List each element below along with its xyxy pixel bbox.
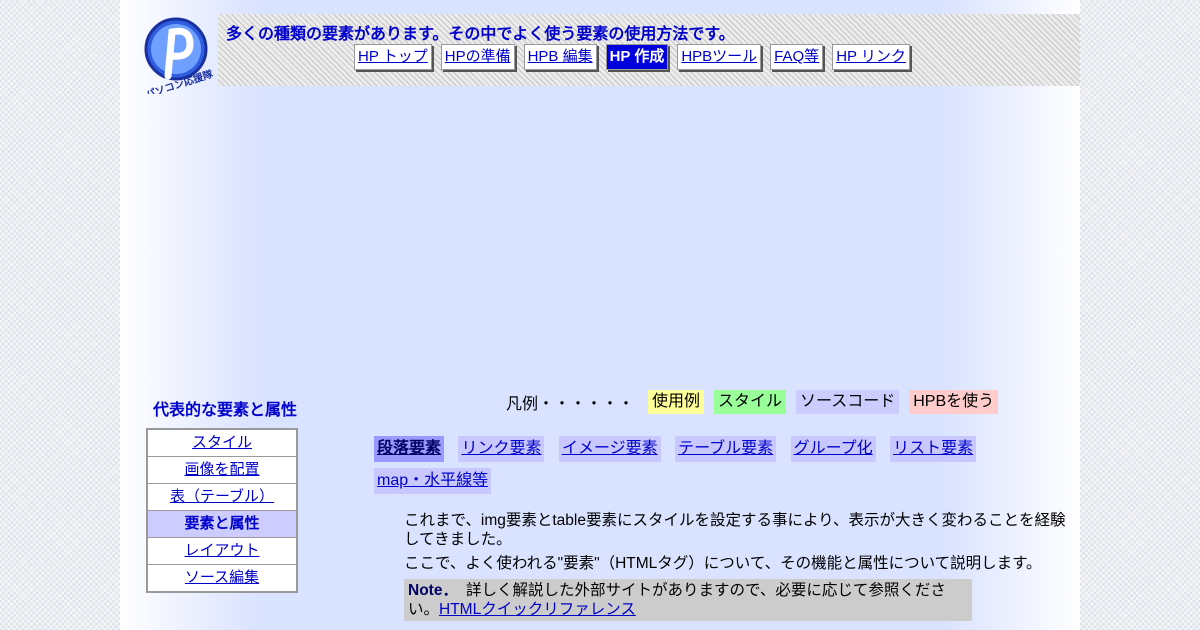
subnav-list[interactable]: リスト要素 [890,436,977,462]
legend-chip-style: スタイル [714,390,787,414]
note-box: Note． 詳しく解説した外部サイトがありますので、必要に応じて参照ください。HT… [404,579,972,621]
intro-paragraph-1: これまで、img要素とtable要素にスタイルを設定する事により、表示が大きく変… [404,512,1066,548]
intro-paragraph-2: ここで、よく使われる"要素"（HTMLタグ）について、その機能と属性について説明… [404,555,1042,572]
legend-label: 凡例・・・・・・ [506,396,635,413]
sidebar-item-layout[interactable]: レイアウト [148,538,296,565]
subnav-paragraph[interactable]: 段落要素 [374,436,445,462]
sidebar-item-style[interactable]: スタイル [148,430,296,457]
element-subnav: 段落要素 リンク要素 イメージ要素 テーブル要素 グループ化 リスト要素 map… [374,436,1034,500]
html-reference-link[interactable]: HTMLクイックリファレンス [439,601,636,618]
subnav-map[interactable]: map・水平線等 [374,468,492,494]
main-content: これまで、img要素とtable要素にスタイルを設定する事により、表示が大きく変… [404,511,1068,621]
sidebar-item-tables[interactable]: 表（テーブル） [148,484,296,511]
sidebar-item-elements[interactable]: 要素と属性 [148,511,296,538]
page: パソコン応援隊 多くの種類の要素があります。その中でよく使う要素の使用方法です。… [120,0,1080,630]
nav-hp-prep[interactable]: HPの準備 [440,44,515,70]
sidebar-menu: スタイル 画像を配置 表（テーブル） 要素と属性 レイアウト ソース編集 [146,428,298,593]
header-title: 多くの種類の要素があります。その中でよく使う要素の使用方法です。 [226,24,735,43]
legend-chip-example: 使用例 [648,390,705,414]
legend: 凡例・・・・・・ 使用例 スタイル ソースコード HPBを使う [506,390,1008,414]
note-label: Note． [408,582,458,599]
legend-chip-source: ソースコード [796,390,900,414]
sidebar-title: 代表的な要素と属性 [153,400,298,419]
nav-hp-links[interactable]: HP リンク [832,44,910,70]
sidebar-item-source-edit[interactable]: ソース編集 [148,565,296,591]
site-logo[interactable]: パソコン応援隊 [138,14,218,94]
nav-hpb-tools[interactable]: HPBツール [677,44,762,70]
nav-faq[interactable]: FAQ等 [770,44,824,70]
nav-hpb-edit[interactable]: HPB 編集 [523,44,597,70]
sidebar-item-images[interactable]: 画像を配置 [148,457,296,484]
subnav-link[interactable]: リンク要素 [458,436,545,462]
nav-hp-create[interactable]: HP 作成 [605,44,669,70]
subnav-group[interactable]: グループ化 [790,436,876,462]
nav-hp-top[interactable]: HP トップ [354,44,432,70]
subnav-image[interactable]: イメージ要素 [558,436,661,462]
main-nav: HP トップ HPの準備 HPB 編集 HP 作成 HPBツール FAQ等 HP… [354,44,910,70]
legend-chip-hpb: HPBを使う [909,390,999,414]
subnav-table[interactable]: テーブル要素 [675,436,777,462]
